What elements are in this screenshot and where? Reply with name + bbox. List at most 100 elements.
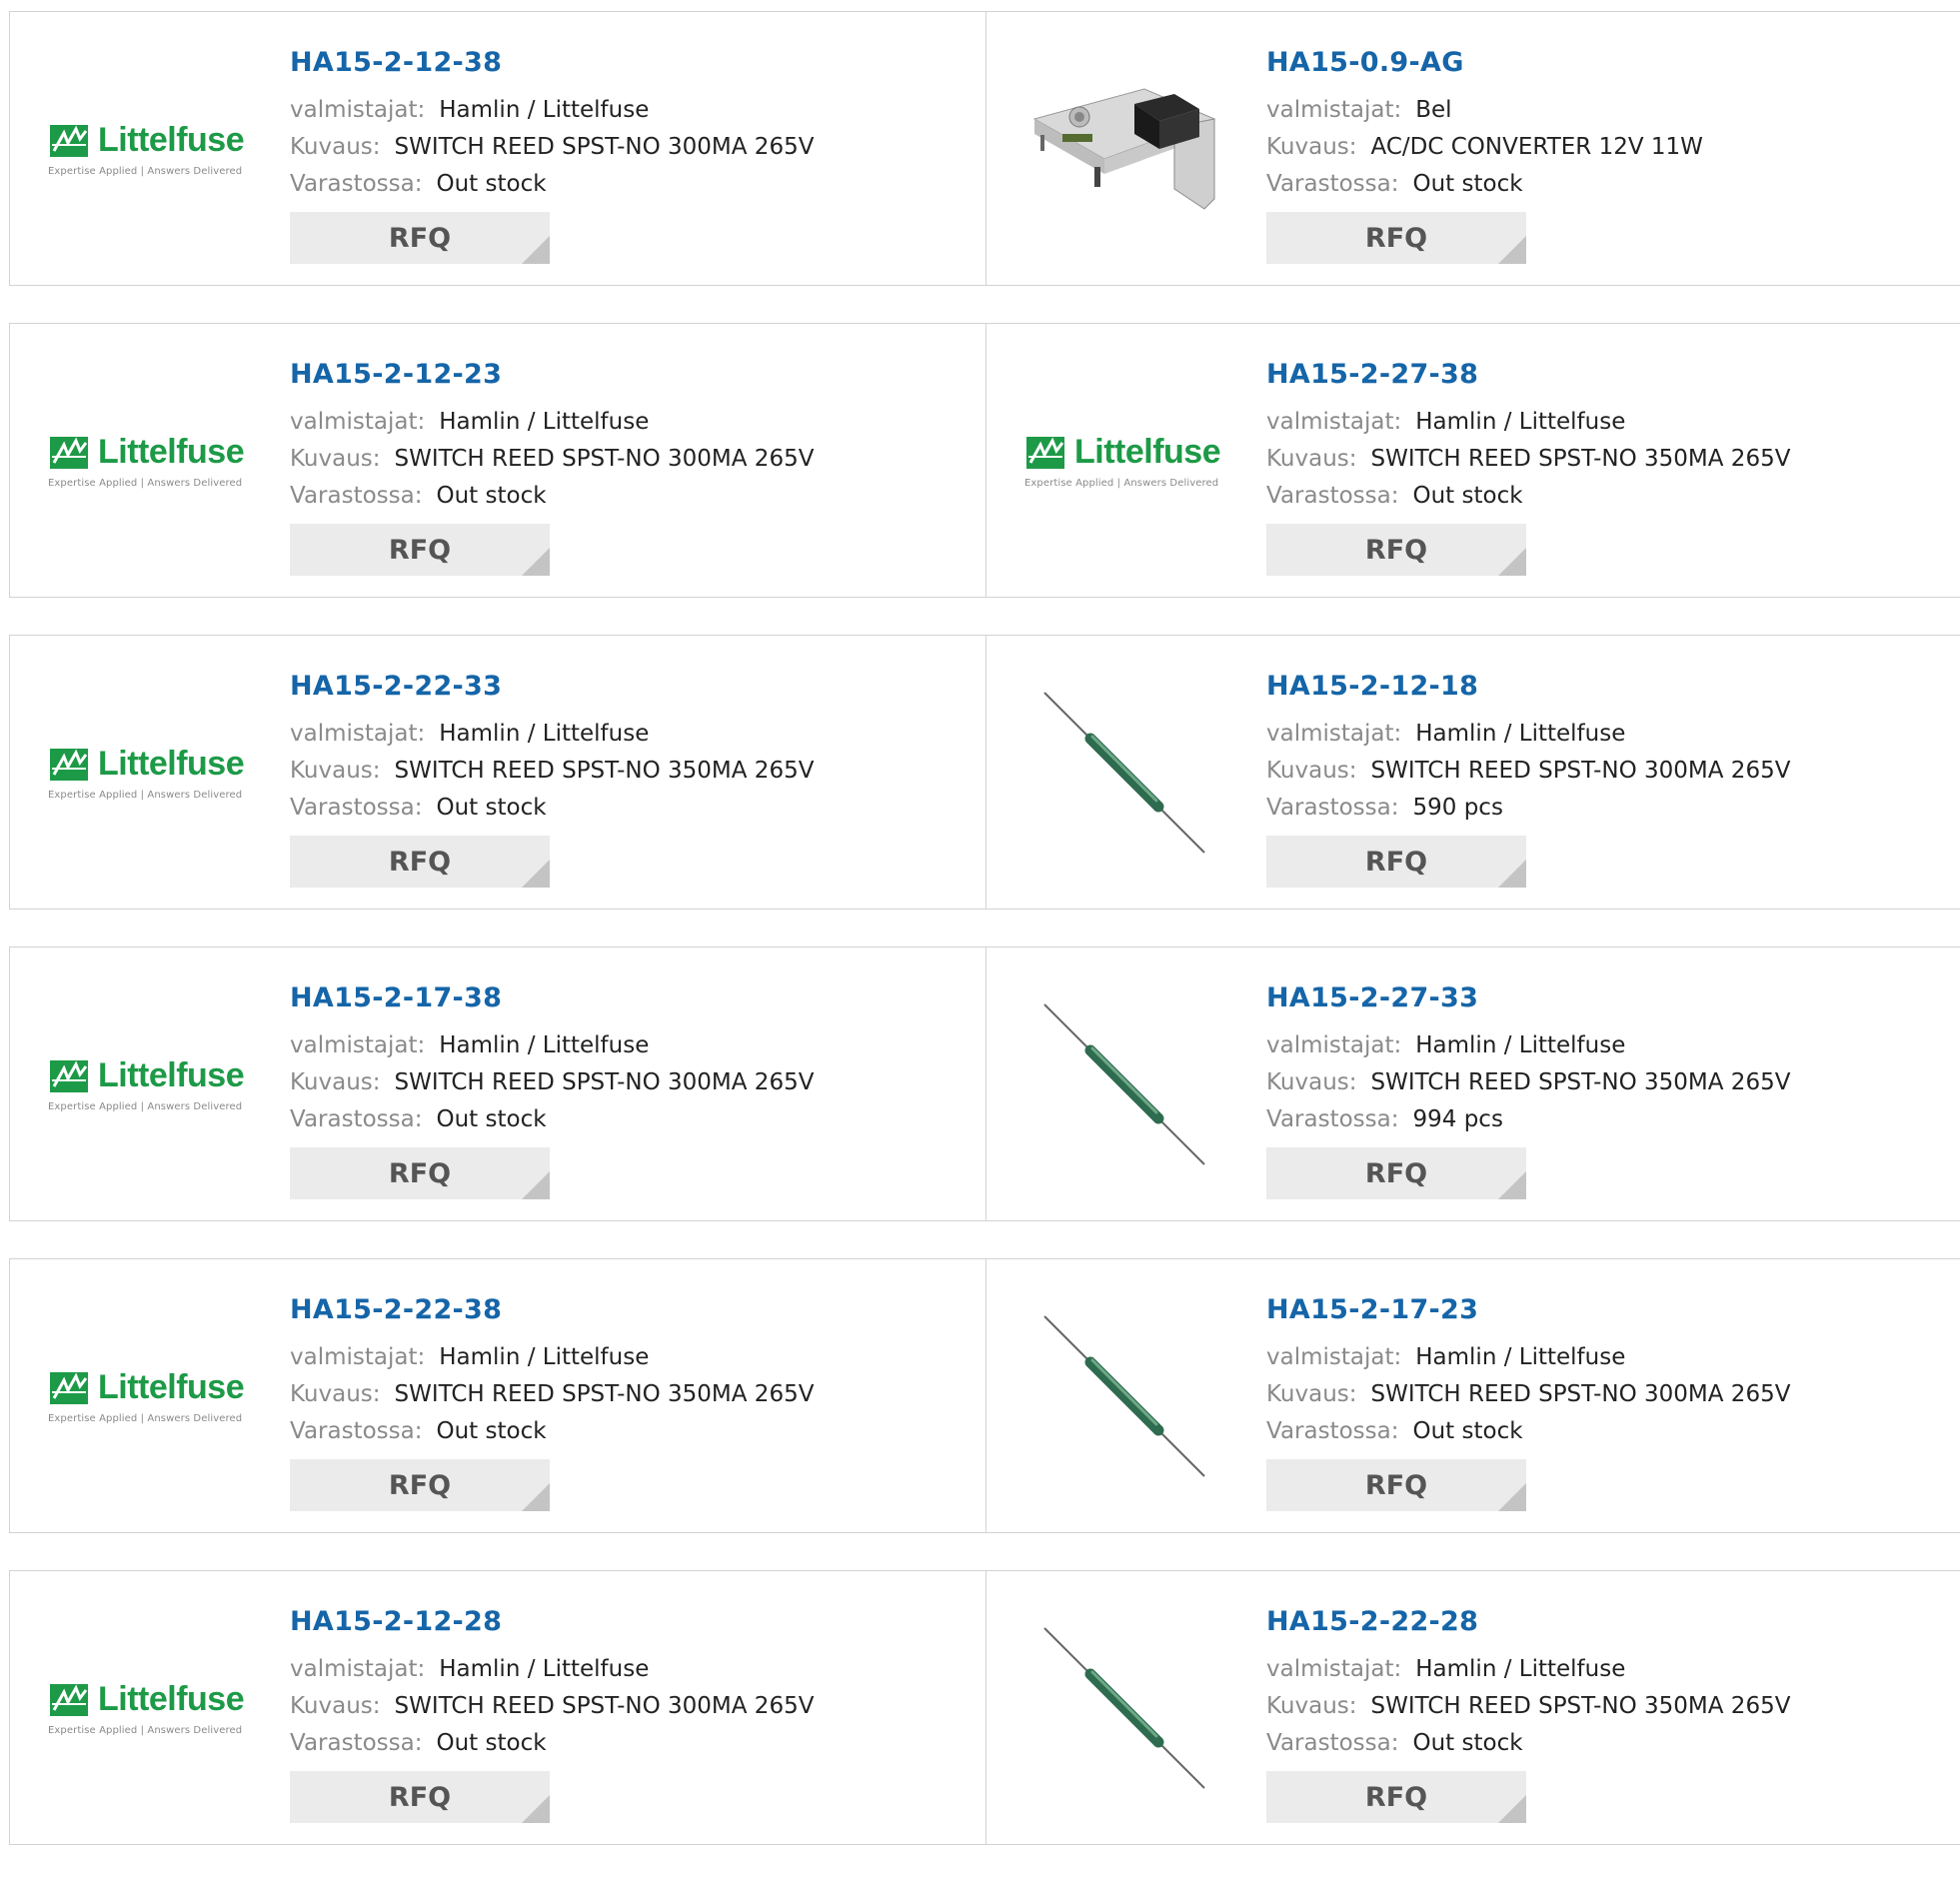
logo-tagline: Expertise Applied | Answers Delivered bbox=[48, 1725, 243, 1736]
product-card: HA15-2-22-28 valmistajat: Hamlin / Littelf… bbox=[986, 1570, 1960, 1845]
product-thumbnail[interactable]: Littelfuse Expertise Applied | Answers D… bbox=[48, 1297, 248, 1495]
part-number-link[interactable]: HA15-0.9-AG bbox=[1266, 46, 1703, 80]
littelfuse-logo: Littelfuse Expertise Applied | Answers D… bbox=[1024, 433, 1224, 489]
reed-switch-image bbox=[1043, 1315, 1205, 1477]
stock-row: Varastossa: Out stock bbox=[290, 790, 814, 827]
product-row: Littelfuse Expertise Applied | Answers D… bbox=[9, 1258, 1960, 1533]
description-row: Kuvaus: SWITCH REED SPST-NO 350MA 265V bbox=[1266, 441, 1790, 478]
description-label: Kuvaus: bbox=[290, 1693, 381, 1719]
logo-wordmark: Littelfuse bbox=[98, 1680, 245, 1718]
littelfuse-mark-icon bbox=[50, 1683, 88, 1716]
corner-triangle-icon bbox=[1498, 1483, 1526, 1511]
manufacturer-value: Hamlin / Littelfuse bbox=[439, 1656, 650, 1682]
product-card: Littelfuse Expertise Applied | Answers D… bbox=[9, 635, 986, 910]
description-row: Kuvaus: SWITCH REED SPST-NO 300MA 265V bbox=[1266, 753, 1790, 790]
part-number-link[interactable]: HA15-2-12-23 bbox=[290, 358, 814, 392]
stock-label: Varastossa: bbox=[1266, 1106, 1399, 1132]
product-thumbnail[interactable] bbox=[1024, 50, 1224, 248]
stock-label: Varastossa: bbox=[1266, 1418, 1399, 1444]
description-row: Kuvaus: SWITCH REED SPST-NO 350MA 265V bbox=[290, 753, 814, 790]
product-thumbnail[interactable]: Littelfuse Expertise Applied | Answers D… bbox=[1024, 362, 1224, 560]
rfq-button[interactable]: RFQ bbox=[290, 212, 550, 264]
power-supply-image bbox=[1032, 88, 1216, 210]
part-number-link[interactable]: HA15-2-17-38 bbox=[290, 981, 814, 1015]
product-thumbnail[interactable] bbox=[1024, 674, 1224, 872]
stock-value: 994 pcs bbox=[1412, 1106, 1503, 1132]
part-number-link[interactable]: HA15-2-22-33 bbox=[290, 670, 814, 704]
product-row: Littelfuse Expertise Applied | Answers D… bbox=[9, 323, 1960, 598]
description-label: Kuvaus: bbox=[1266, 1069, 1357, 1095]
stock-row: Varastossa: Out stock bbox=[290, 1413, 814, 1450]
rfq-button[interactable]: RFQ bbox=[290, 836, 550, 888]
part-number-link[interactable]: HA15-2-12-28 bbox=[290, 1605, 814, 1639]
logo-wordmark: Littelfuse bbox=[98, 121, 245, 159]
logo-tagline: Expertise Applied | Answers Delivered bbox=[1024, 478, 1219, 489]
corner-triangle-icon bbox=[522, 1171, 550, 1199]
manufacturer-row: valmistajat: Hamlin / Littelfuse bbox=[1266, 404, 1790, 441]
rfq-button[interactable]: RFQ bbox=[290, 524, 550, 576]
part-number-link[interactable]: HA15-2-22-38 bbox=[290, 1293, 814, 1327]
stock-label: Varastossa: bbox=[290, 171, 423, 197]
product-info: HA15-2-12-28 valmistajat: Hamlin / Littelf… bbox=[290, 1605, 814, 1762]
rfq-button[interactable]: RFQ bbox=[290, 1147, 550, 1199]
manufacturer-row: valmistajat: Hamlin / Littelfuse bbox=[1266, 716, 1790, 753]
stock-value: Out stock bbox=[436, 1418, 547, 1444]
littelfuse-logo: Littelfuse Expertise Applied | Answers D… bbox=[48, 1056, 248, 1112]
rfq-button[interactable]: RFQ bbox=[1266, 1147, 1526, 1199]
rfq-button[interactable]: RFQ bbox=[290, 1771, 550, 1823]
description-label: Kuvaus: bbox=[1266, 446, 1357, 472]
manufacturer-value: Hamlin / Littelfuse bbox=[1415, 1344, 1626, 1370]
stock-value: Out stock bbox=[1412, 171, 1523, 197]
product-thumbnail[interactable]: Littelfuse Expertise Applied | Answers D… bbox=[48, 985, 248, 1183]
manufacturer-row: valmistajat: Bel bbox=[1266, 92, 1703, 129]
rfq-label: RFQ bbox=[388, 1469, 452, 1501]
rfq-button[interactable]: RFQ bbox=[1266, 1459, 1526, 1511]
description-value: SWITCH REED SPST-NO 350MA 265V bbox=[1370, 446, 1791, 472]
product-thumbnail[interactable]: Littelfuse Expertise Applied | Answers D… bbox=[48, 674, 248, 872]
part-number-link[interactable]: HA15-2-22-28 bbox=[1266, 1605, 1790, 1639]
part-number-link[interactable]: HA15-2-17-23 bbox=[1266, 1293, 1790, 1327]
manufacturer-row: valmistajat: Hamlin / Littelfuse bbox=[290, 404, 814, 441]
rfq-label: RFQ bbox=[1364, 1781, 1428, 1813]
part-number-link[interactable]: HA15-2-27-38 bbox=[1266, 358, 1790, 392]
product-row: Littelfuse Expertise Applied | Answers D… bbox=[9, 11, 1960, 286]
manufacturer-value: Hamlin / Littelfuse bbox=[1415, 721, 1626, 747]
stock-value: 590 pcs bbox=[1412, 795, 1503, 821]
part-number-link[interactable]: HA15-2-12-18 bbox=[1266, 670, 1790, 704]
product-card: Littelfuse Expertise Applied | Answers D… bbox=[9, 11, 986, 286]
description-value: SWITCH REED SPST-NO 300MA 265V bbox=[1370, 758, 1791, 784]
rfq-label: RFQ bbox=[388, 534, 452, 566]
stock-row: Varastossa: Out stock bbox=[290, 166, 814, 203]
rfq-button[interactable]: RFQ bbox=[1266, 1771, 1526, 1823]
part-number-link[interactable]: HA15-2-27-33 bbox=[1266, 981, 1790, 1015]
stock-value: Out stock bbox=[436, 1730, 547, 1756]
product-thumbnail[interactable] bbox=[1024, 1297, 1224, 1495]
stock-row: Varastossa: 994 pcs bbox=[1266, 1101, 1790, 1138]
logo-wordmark: Littelfuse bbox=[98, 433, 245, 471]
rfq-button[interactable]: RFQ bbox=[290, 1459, 550, 1511]
description-label: Kuvaus: bbox=[290, 758, 381, 784]
product-info: HA15-2-27-38 valmistajat: Hamlin / Littelf… bbox=[1266, 358, 1790, 515]
product-thumbnail[interactable] bbox=[1024, 1609, 1224, 1807]
product-thumbnail[interactable]: Littelfuse Expertise Applied | Answers D… bbox=[48, 50, 248, 248]
rfq-button[interactable]: RFQ bbox=[1266, 836, 1526, 888]
manufacturer-row: valmistajat: Hamlin / Littelfuse bbox=[290, 1339, 814, 1376]
product-thumbnail[interactable] bbox=[1024, 985, 1224, 1183]
stock-value: Out stock bbox=[436, 171, 547, 197]
product-thumbnail[interactable]: Littelfuse Expertise Applied | Answers D… bbox=[48, 362, 248, 560]
manufacturer-value: Hamlin / Littelfuse bbox=[439, 1344, 650, 1370]
product-info: HA15-2-22-38 valmistajat: Hamlin / Littelf… bbox=[290, 1293, 814, 1450]
part-number-link[interactable]: HA15-2-12-38 bbox=[290, 46, 814, 80]
description-label: Kuvaus: bbox=[290, 1381, 381, 1407]
manufacturer-value: Hamlin / Littelfuse bbox=[1415, 409, 1626, 435]
rfq-button[interactable]: RFQ bbox=[1266, 524, 1526, 576]
description-value: SWITCH REED SPST-NO 300MA 265V bbox=[394, 1069, 815, 1095]
product-thumbnail[interactable]: Littelfuse Expertise Applied | Answers D… bbox=[48, 1609, 248, 1807]
rfq-button[interactable]: RFQ bbox=[1266, 212, 1526, 264]
manufacturer-label: valmistajat: bbox=[290, 97, 426, 123]
stock-value: Out stock bbox=[1412, 1418, 1523, 1444]
product-grid: Littelfuse Expertise Applied | Answers D… bbox=[9, 11, 1960, 1882]
description-row: Kuvaus: SWITCH REED SPST-NO 300MA 265V bbox=[290, 1064, 814, 1101]
stock-label: Varastossa: bbox=[290, 1106, 423, 1132]
product-info: HA15-2-22-33 valmistajat: Hamlin / Littelf… bbox=[290, 670, 814, 827]
